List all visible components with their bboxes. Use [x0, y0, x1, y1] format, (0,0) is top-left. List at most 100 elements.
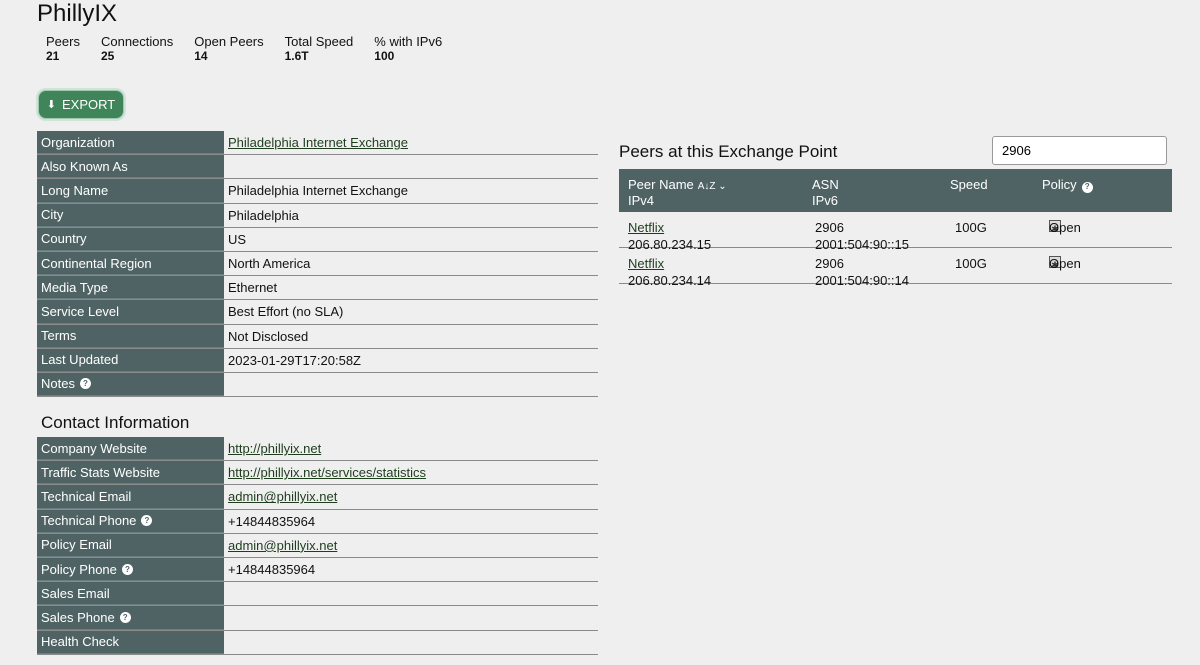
- info-row-media-type: Media Type Ethernet: [37, 276, 598, 301]
- traffic-stats-link[interactable]: http://phillyix.net/services/statistics: [228, 465, 426, 480]
- info-row-service-level: Service Level Best Effort (no SLA): [37, 300, 598, 325]
- contact-key: Traffic Stats Website: [37, 461, 224, 485]
- stat-ipv6: % with IPv6 100: [374, 34, 443, 64]
- contact-key: Technical Phone: [41, 513, 137, 529]
- contact-row-technical-email: Technical Email admin@phillyix.net: [37, 485, 598, 510]
- col-asn[interactable]: ASN: [812, 177, 839, 193]
- stat-value: 21: [46, 49, 60, 63]
- contact-value: [224, 582, 598, 605]
- contact-value: +14844835964: [228, 513, 316, 529]
- organization-link[interactable]: Philadelphia Internet Exchange: [228, 135, 408, 150]
- contact-key: Technical Email: [37, 485, 224, 509]
- stat-label: Total Speed: [284, 34, 354, 49]
- stat-label: Connections: [100, 34, 174, 49]
- stats-bar: Peers 21 Connections 25 Open Peers 14 To…: [46, 34, 463, 64]
- info-key: Notes: [41, 376, 75, 392]
- contact-row-policy-phone: Policy Phone ? +14844835964: [37, 557, 598, 583]
- help-icon[interactable]: ?: [1081, 181, 1093, 193]
- stat-value: 25: [100, 49, 115, 63]
- company-website-link[interactable]: http://phillyix.net: [228, 441, 321, 456]
- info-key: Long Name: [37, 179, 224, 203]
- contact-row-sales-email: Sales Email: [37, 582, 598, 607]
- peers-table: Peer Name A↓Z ⌄ IPv4 ASN IPv6 Speed Polic…: [619, 169, 1172, 288]
- peer-search-input[interactable]: [992, 136, 1167, 165]
- contact-row-traffic-stats: Traffic Stats Website http://phillyix.ne…: [37, 461, 598, 486]
- stat-label: % with IPv6: [374, 34, 443, 49]
- info-value: Philadelphia Internet Exchange: [228, 183, 408, 199]
- info-value: 2023-01-29T17:20:58Z: [228, 352, 361, 368]
- info-row-last-updated: Last Updated 2023-01-29T17:20:58Z: [37, 348, 598, 373]
- info-row-country: Country US: [37, 227, 598, 252]
- contact-row-technical-phone: Technical Phone ? +14844835964: [37, 509, 598, 534]
- col-policy[interactable]: Policy?: [1042, 177, 1093, 193]
- stat-peers: Peers 21: [46, 34, 80, 64]
- contact-key: Policy Phone: [41, 561, 117, 577]
- peer-speed: 100G: [955, 220, 987, 235]
- sort-az-icon[interactable]: A↓Z ⌄: [698, 181, 727, 192]
- export-label: EXPORT: [62, 97, 116, 112]
- info-value: Ethernet: [228, 280, 278, 296]
- info-value: Best Effort (no SLA): [228, 304, 344, 320]
- stat-value: 14: [194, 49, 208, 63]
- info-value: North America: [228, 256, 311, 272]
- contact-key: Company Website: [37, 437, 224, 461]
- contact-value: +14844835964: [228, 562, 316, 578]
- info-key: Last Updated: [37, 348, 224, 372]
- page-title: PhillyIX: [37, 0, 118, 27]
- contact-heading: Contact Information: [41, 413, 190, 432]
- info-row-continental-region: Continental Region North America: [37, 251, 598, 277]
- policy-email-link[interactable]: admin@phillyix.net: [228, 538, 337, 553]
- contact-table: Company Website http://phillyix.net Traf…: [37, 437, 598, 655]
- peer-asn: 2906: [815, 220, 844, 235]
- peer-asn: 2906: [815, 256, 844, 271]
- help-icon[interactable]: ?: [79, 378, 91, 390]
- peer-row: Netflix 206.80.234.15 2906 2001:504:90::…: [619, 212, 1172, 252]
- peer-speed: 100G: [955, 256, 987, 271]
- help-icon[interactable]: ?: [141, 515, 153, 527]
- col-ipv6: IPv6: [812, 193, 839, 208]
- contact-row-health-check: Health Check: [37, 630, 598, 655]
- download-icon: ⬇: [46, 99, 56, 111]
- info-row-terms: Terms Not Disclosed: [37, 324, 598, 349]
- info-value: US: [228, 231, 247, 247]
- contact-key: Sales Phone: [41, 609, 115, 625]
- col-ipv4: IPv4: [628, 193, 655, 208]
- stat-connections: Connections 25: [100, 34, 174, 64]
- stat-label: Open Peers: [194, 34, 264, 49]
- contact-key: Health Check: [37, 630, 224, 654]
- peer-ipv6: 2001:504:90::14: [815, 273, 909, 288]
- peer-name-link[interactable]: Netflix: [628, 256, 664, 271]
- info-key: Country: [37, 227, 224, 251]
- peers-heading: Peers at this Exchange Point: [619, 142, 838, 161]
- export-button[interactable]: ⬇ EXPORT: [38, 90, 124, 119]
- contact-key: Sales Email: [37, 582, 224, 606]
- help-icon[interactable]: ?: [121, 563, 133, 575]
- info-value: [224, 155, 598, 178]
- stat-label: Peers: [46, 34, 80, 49]
- contact-value: [224, 606, 598, 629]
- info-row-long-name: Long Name Philadelphia Internet Exchange: [37, 179, 598, 204]
- stat-open-peers: Open Peers 14: [194, 34, 264, 64]
- contact-key: Policy Email: [37, 533, 224, 557]
- stat-total-speed: Total Speed 1.6T: [284, 34, 354, 64]
- info-key: Terms: [37, 324, 224, 348]
- col-speed[interactable]: Speed: [950, 177, 988, 193]
- info-key: Also Known As: [37, 155, 224, 179]
- contact-row-company-website: Company Website http://phillyix.net: [37, 437, 598, 462]
- peer-row: Netflix 206.80.234.14 2906 2001:504:90::…: [619, 248, 1172, 288]
- help-icon[interactable]: ?: [119, 611, 131, 623]
- peer-ipv4: 206.80.234.14: [628, 273, 712, 288]
- info-key: Media Type: [37, 276, 224, 300]
- technical-email-link[interactable]: admin@phillyix.net: [228, 489, 337, 504]
- info-row-city: City Philadelphia: [37, 203, 598, 228]
- info-value: Not Disclosed: [228, 328, 309, 344]
- info-key: Continental Region: [37, 251, 224, 276]
- contact-row-policy-email: Policy Email admin@phillyix.net: [37, 533, 598, 558]
- peer-name-link[interactable]: Netflix: [628, 220, 664, 235]
- stat-value: 100: [374, 49, 395, 63]
- exchange-info-table: Organization Philadelphia Internet Excha…: [37, 131, 598, 398]
- peers-table-header: Peer Name A↓Z ⌄ IPv4 ASN IPv6 Speed Polic…: [619, 169, 1172, 212]
- info-key: Service Level: [37, 300, 224, 324]
- contact-value: [224, 631, 598, 654]
- info-row-organization: Organization Philadelphia Internet Excha…: [37, 131, 598, 156]
